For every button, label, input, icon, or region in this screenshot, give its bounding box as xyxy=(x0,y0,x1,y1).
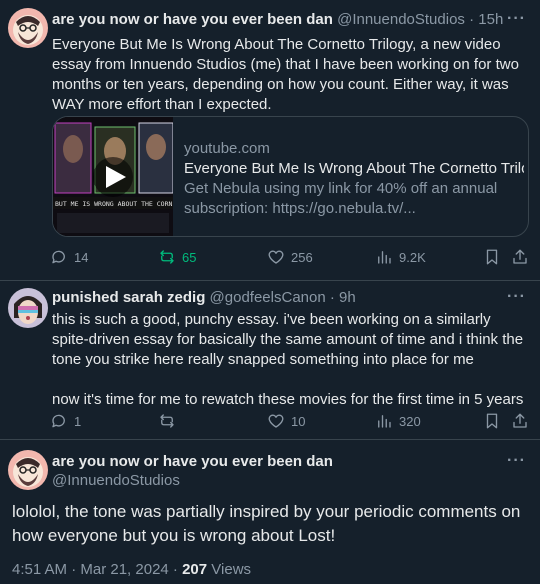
share-button[interactable] xyxy=(511,412,529,430)
tweet-1[interactable]: are you now or have you ever been dan @I… xyxy=(0,0,540,280)
analytics-icon xyxy=(378,415,391,428)
handle[interactable]: @InnuendoStudios xyxy=(337,11,465,28)
tweet-1-text: Everyone But Me Is Wrong About The Corne… xyxy=(52,36,524,113)
repost-icon xyxy=(160,414,174,428)
tweet-3-focused: are you now or have you ever been dan @I… xyxy=(0,440,540,584)
more-options-icon[interactable]: ··· xyxy=(507,10,526,28)
link-card[interactable]: BUT ME IS WRONG ABOUT THE CORNET youtube… xyxy=(52,116,529,237)
tweet-2[interactable]: punished sarah zedig @godfeelsCanon · 9h… xyxy=(0,281,540,439)
repost-icon xyxy=(160,250,174,264)
bookmark-icon xyxy=(486,413,498,429)
views-count: 207 xyxy=(182,561,208,578)
more-options-icon[interactable]: ··· xyxy=(507,288,526,306)
heart-icon xyxy=(268,414,284,428)
tweet-1-header: are you now or have you ever been dan @I… xyxy=(52,11,503,28)
like-count: 10 xyxy=(291,413,306,429)
views-label: Views xyxy=(207,561,252,578)
link-card-info: youtube.com Everyone But Me Is Wrong Abo… xyxy=(184,139,524,219)
bookmark-button[interactable] xyxy=(483,248,501,266)
tweet-3-text: lololol, the tone was partially inspired… xyxy=(12,502,521,545)
reply-button[interactable]: 14 xyxy=(50,248,88,266)
timestamp[interactable]: 4:51 AM · Mar 21, 2024 · xyxy=(12,561,182,578)
reply-button[interactable]: 1 xyxy=(50,412,81,430)
more-options-icon[interactable]: ··· xyxy=(507,452,526,470)
repost-button[interactable]: 65 xyxy=(158,248,196,266)
reply-count: 1 xyxy=(74,413,82,429)
tweet-2-header: punished sarah zedig @godfeelsCanon · 9h xyxy=(52,289,356,306)
view-count: 320 xyxy=(399,413,421,429)
share-button[interactable] xyxy=(511,248,529,266)
like-button[interactable]: 256 xyxy=(267,248,313,266)
link-description: Get Nebula using my link for 40% off an … xyxy=(184,180,498,217)
bookmark-icon xyxy=(486,249,498,265)
display-name[interactable]: punished sarah zedig xyxy=(52,289,205,306)
bookmark-button[interactable] xyxy=(483,412,501,430)
avatar-dan[interactable] xyxy=(8,450,48,490)
tweet-2-actions: 1 10 320 xyxy=(50,412,530,432)
handle[interactable]: @godfeelsCanon xyxy=(210,289,326,306)
like-button[interactable]: 10 xyxy=(267,412,305,430)
tweet-2-text: this is such a good, punchy essay. i've … xyxy=(52,311,524,408)
share-icon xyxy=(513,249,527,264)
display-name[interactable]: are you now or have you ever been dan xyxy=(52,453,333,470)
separator-dot: · xyxy=(325,289,340,306)
reply-icon xyxy=(52,414,65,428)
heart-icon xyxy=(268,250,284,264)
views-button[interactable]: 320 xyxy=(375,412,421,430)
reply-icon xyxy=(52,250,65,264)
repost-count: 65 xyxy=(182,249,197,265)
reply-count: 14 xyxy=(74,249,89,265)
timestamp[interactable]: 9h xyxy=(339,289,356,306)
display-name[interactable]: are you now or have you ever been dan xyxy=(52,11,333,28)
video-thumbnail[interactable]: BUT ME IS WRONG ABOUT THE CORNET xyxy=(53,117,173,236)
link-title[interactable]: Everyone But Me Is Wrong About The Corne… xyxy=(184,159,524,179)
share-icon xyxy=(513,413,527,428)
handle[interactable]: @InnuendoStudios xyxy=(52,472,180,489)
views-button[interactable]: 9.2K xyxy=(375,248,426,266)
avatar-dan[interactable] xyxy=(8,8,48,48)
tweet-1-actions: 14 65 256 9.2K xyxy=(50,248,530,268)
tweet-3-timestamp: 4:51 AM · Mar 21, 2024 · 207 Views xyxy=(12,561,251,578)
timestamp[interactable]: 15h xyxy=(478,11,503,28)
repost-button[interactable] xyxy=(158,412,182,430)
link-domain: youtube.com xyxy=(184,140,270,157)
separator-dot: · xyxy=(464,11,479,28)
analytics-icon xyxy=(378,251,391,264)
thumb-caption: BUT ME IS WRONG ABOUT THE CORNET xyxy=(55,200,173,208)
view-count: 9.2K xyxy=(399,249,426,265)
like-count: 256 xyxy=(291,249,313,265)
avatar-sarah[interactable] xyxy=(8,288,48,328)
